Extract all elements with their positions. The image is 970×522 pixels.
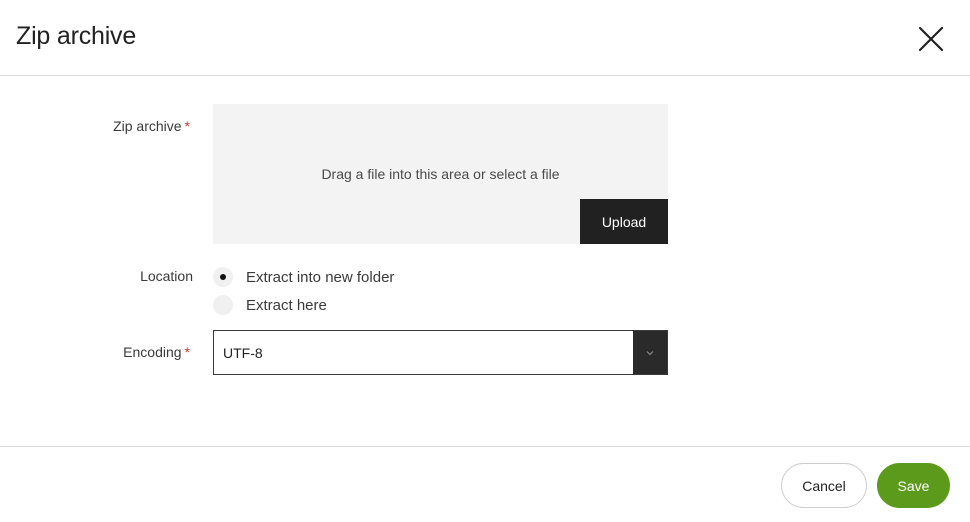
location-label: Location xyxy=(140,268,193,284)
select-arrow[interactable] xyxy=(633,331,667,374)
zip-archive-label: Zip archive * xyxy=(60,118,190,134)
radio-button[interactable] xyxy=(213,295,233,315)
encoding-label: Encoding * xyxy=(60,344,190,360)
encoding-label-text: Encoding xyxy=(123,344,182,360)
dialog-title: Zip archive xyxy=(16,22,137,50)
chevron-down-icon xyxy=(646,350,654,355)
dialog-header: Zip archive xyxy=(0,0,970,76)
radio-label: Extract into new folder xyxy=(246,268,395,286)
dropzone-text: Drag a file into this area or select a f… xyxy=(321,166,560,182)
radio-extract-new-folder[interactable]: Extract into new folder xyxy=(213,267,394,287)
radio-label: Extract here xyxy=(246,296,327,314)
zip-archive-label-text: Zip archive xyxy=(113,118,182,134)
radio-button-checked[interactable] xyxy=(213,267,233,287)
upload-button[interactable]: Upload xyxy=(580,199,668,244)
file-dropzone[interactable]: Drag a file into this area or select a f… xyxy=(213,104,668,244)
required-mark: * xyxy=(184,344,190,360)
encoding-selected-value: UTF-8 xyxy=(223,345,263,361)
cancel-button[interactable]: Cancel xyxy=(781,463,867,508)
radio-extract-here[interactable]: Extract here xyxy=(213,295,327,315)
dialog-footer: Cancel Save xyxy=(0,446,970,522)
encoding-select[interactable]: UTF-8 xyxy=(213,330,668,375)
close-button[interactable] xyxy=(914,22,948,56)
required-mark: * xyxy=(184,118,190,134)
save-button[interactable]: Save xyxy=(877,463,950,508)
close-icon xyxy=(918,26,944,52)
